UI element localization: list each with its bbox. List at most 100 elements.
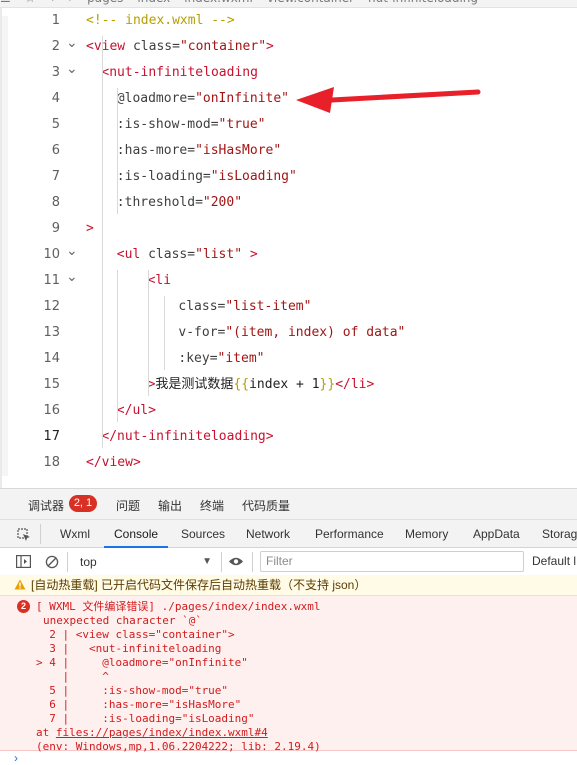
code-text: <nut-infiniteloading	[101, 60, 258, 86]
filter-input[interactable]: Filter	[260, 551, 524, 572]
breadcrumb-item[interactable]: nut-infiniteloading	[368, 0, 478, 5]
code-line[interactable]: 13 v-for="(item, index) of data"	[2, 320, 577, 346]
tab-performance[interactable]: Performance	[315, 527, 384, 541]
code-line[interactable]: 15 >我是测试数据{{index + 1}}</li>	[2, 372, 577, 398]
code-token: </ul>	[116, 403, 156, 418]
code-token: "true"	[218, 117, 266, 132]
divider	[221, 552, 222, 572]
code-token: "(item, index) of data"	[225, 325, 406, 340]
code-line[interactable]: 4 @loadmore="onInfinite"	[2, 86, 577, 112]
sidebar-toggle-icon[interactable]	[16, 555, 31, 568]
code-token: @loadmore=	[116, 91, 196, 106]
tab-wxml[interactable]: Wxml	[60, 527, 90, 541]
breadcrumb-item[interactable]: pages	[87, 0, 123, 5]
tab-appdata[interactable]: AppData	[473, 527, 520, 541]
line-number: 10	[43, 247, 60, 262]
eye-icon[interactable]	[228, 556, 244, 567]
tab-code-quality[interactable]: 代码质量	[242, 497, 290, 514]
code-token: "container"	[179, 39, 267, 54]
tab-storage[interactable]: Storage	[542, 527, 577, 541]
line-number: 9	[51, 221, 60, 236]
inspect-element-icon[interactable]	[17, 528, 31, 542]
log-levels-select[interactable]: Default l	[532, 554, 576, 568]
context-select[interactable]: top ▼	[70, 552, 218, 572]
error-line: 5 | :is-show-mod="true"	[36, 684, 229, 697]
code-token: class=	[132, 39, 180, 54]
code-text: :is-show-mod="true"	[117, 112, 266, 138]
code-line[interactable]: 8:threshold="200"	[2, 190, 577, 216]
breadcrumb-path[interactable]: ☰ ☆ ‹ › pages index index.wxml view.container nu…	[0, 0, 492, 7]
warning-icon	[14, 579, 26, 590]
breadcrumb-item[interactable]: ☆	[25, 0, 36, 5]
line-number: 16	[43, 403, 60, 418]
fold-chevron-icon[interactable]: ⌄	[66, 264, 78, 290]
breadcrumb-item[interactable]: view.container	[267, 0, 354, 5]
code-line[interactable]: 12 class="list-item"	[2, 294, 577, 320]
code-line[interactable]: 3 ⌄ <nut-infiniteloading	[2, 60, 577, 86]
tab-debugger[interactable]: 调试器	[28, 497, 64, 514]
breadcrumb-item[interactable]: index	[137, 0, 170, 5]
code-text: :has-more="isHasMore"	[117, 138, 281, 164]
code-token: >	[242, 247, 258, 262]
tab-memory[interactable]: Memory	[405, 527, 448, 541]
code-line[interactable]: 10 ⌄ <ul class="list" >	[2, 242, 577, 268]
indent-guide	[102, 36, 103, 448]
code-text: v-for="(item, index) of data"	[178, 320, 405, 346]
tab-output[interactable]: 输出	[158, 497, 182, 514]
code-line[interactable]: 11 ⌄ <li	[2, 268, 577, 294]
line-number: 6	[51, 143, 60, 158]
code-text: :is-loading="isLoading"	[117, 164, 297, 190]
code-line[interactable]: 16 </ul>	[2, 398, 577, 424]
code-line[interactable]: 18 </view>	[2, 450, 577, 476]
warning-text: [自动热重载] 已开启代码文件保存后自动热重载（不支持 json）	[31, 578, 367, 592]
code-token: "list"	[195, 247, 243, 262]
breadcrumb-item[interactable]: index.wxml	[184, 0, 253, 5]
file-link[interactable]: files://pages/index/index.wxml#4	[56, 726, 268, 739]
code-line[interactable]: 2 ⌄ <view class="container">	[2, 34, 577, 60]
error-source-link[interactable]: at files://pages/index/index.wxml#4	[36, 726, 268, 740]
code-text: >我是测试数据{{index + 1}}</li>	[148, 372, 375, 398]
code-text: :threshold="200"	[117, 190, 242, 216]
code-token: <li	[147, 273, 172, 288]
tab-console[interactable]: Console	[114, 527, 158, 541]
code-line[interactable]: 14:key="item"	[2, 346, 577, 372]
breadcrumb-item[interactable]: ☰	[0, 0, 11, 5]
tab-terminal[interactable]: 终端	[200, 497, 224, 514]
fold-chevron-icon[interactable]: ⌄	[66, 238, 78, 264]
code-token: {{	[233, 377, 250, 392]
tab-sources[interactable]: Sources	[181, 527, 225, 541]
devtools-tabs: Wxml Console Sources Network Performance…	[0, 519, 577, 548]
code-token: >	[266, 39, 274, 54]
line-number: 2	[51, 39, 60, 54]
tab-network[interactable]: Network	[246, 527, 290, 541]
line-number: 5	[51, 117, 60, 132]
code-token: :is-show-mod=	[116, 117, 219, 132]
breadcrumb-item[interactable]: ‹	[50, 0, 55, 5]
code-token: :has-more=	[116, 143, 196, 158]
code-editor[interactable]: 1 <!-- index.wxml --> 2 ⌄ <view class="conta…	[0, 8, 577, 488]
code-token: :key=	[178, 351, 218, 366]
code-line[interactable]: 1 <!-- index.wxml -->	[2, 8, 577, 34]
code-token: index + 1	[249, 377, 320, 392]
error-count-badge: 2, 1	[69, 495, 97, 512]
code-token: class=	[148, 247, 196, 262]
code-line[interactable]: 9 >	[2, 216, 577, 242]
fold-chevron-icon[interactable]: ⌄	[66, 30, 78, 56]
code-text: :key="item"	[178, 346, 264, 372]
clear-console-icon[interactable]	[45, 555, 59, 569]
indent-guide	[117, 270, 118, 422]
line-number: 11	[43, 273, 60, 288]
line-number: 15	[43, 377, 60, 392]
code-line[interactable]: 17 </nut-infiniteloading>	[2, 424, 577, 450]
tab-problems[interactable]: 问题	[116, 497, 140, 514]
devtools-panel: 调试器 2, 1 问题 输出 终端 代码质量 Wxml Console Sour…	[0, 488, 577, 765]
breadcrumb-item[interactable]: ›	[68, 0, 73, 5]
line-number: 4	[51, 91, 60, 106]
code-line[interactable]: 6 :has-more="isHasMore"	[2, 138, 577, 164]
code-line[interactable]: 5 :is-show-mod="true"	[2, 112, 577, 138]
console-prompt[interactable]: ›	[14, 751, 18, 765]
code-line[interactable]: 7:is-loading="isLoading"	[2, 164, 577, 190]
error-line: 3 | <nut-infiniteloading	[36, 642, 222, 655]
chevron-down-icon: ▼	[202, 556, 212, 567]
fold-chevron-icon[interactable]: ⌄	[66, 56, 78, 82]
